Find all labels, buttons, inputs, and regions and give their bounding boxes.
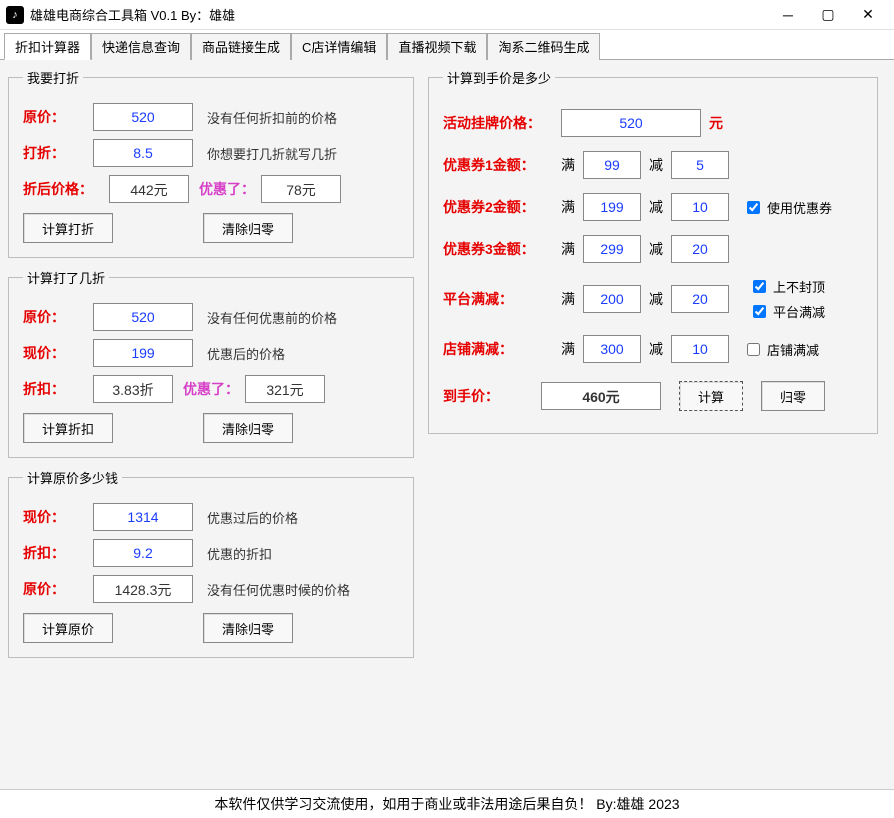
p4-no-cap-check[interactable]: 上不封顶 [749, 277, 825, 296]
p4-c3-th-input[interactable] [583, 235, 641, 263]
p1-after-label: 折后价格： [23, 179, 109, 199]
p4-c1-th-input[interactable] [583, 151, 641, 179]
p4-sp-on-check[interactable]: 店铺满减 [743, 340, 819, 359]
p2-saved-label: 优惠了： [183, 379, 239, 399]
client-area: 我要打折 原价： 没有任何折扣前的价格 打折： 你想要打几折就写几折 折后价格：… [0, 60, 894, 806]
p3-disc-input[interactable] [93, 539, 193, 567]
p1-disc-hint: 你想要打几折就写几折 [207, 144, 337, 163]
panel-discount-title: 我要打折 [23, 68, 83, 87]
p4-final-output: 460元 [541, 382, 661, 410]
tab-qr-gen[interactable]: 淘系二维码生成 [487, 33, 600, 60]
panel-calc-original-title: 计算原价多少钱 [23, 468, 122, 487]
p4-tag-label: 活动挂牌价格： [443, 113, 553, 133]
window-title: 雄雄电商综合工具箱 V0.1 By：雄雄 [30, 5, 768, 24]
p4-pf-on-checkbox[interactable] [753, 305, 766, 318]
p4-c2-amt-input[interactable] [671, 193, 729, 221]
p4-calc-button[interactable]: 计算 [679, 381, 743, 411]
panel-calc-discount: 计算打了几折 原价： 没有任何优惠前的价格 现价： 优惠后的价格 折扣： 3.8… [8, 268, 414, 458]
panel-final-price: 计算到手价是多少 活动挂牌价格： 元 优惠券1金额： 满 减 优惠券2金额： 满 [428, 68, 878, 434]
p1-clear-button[interactable]: 清除归零 [203, 213, 293, 243]
p4-sp-label: 店铺满减： [443, 339, 553, 359]
p4-c1-jian: 减 [649, 155, 663, 175]
p4-c1-label: 优惠券1金额： [443, 155, 553, 175]
p4-final-label: 到手价： [443, 386, 523, 406]
p4-tag-unit: 元 [709, 113, 723, 133]
p4-sp-on-checkbox[interactable] [747, 343, 760, 356]
tab-express-query[interactable]: 快递信息查询 [91, 33, 191, 60]
p4-use-coupon-checkbox[interactable] [747, 201, 760, 214]
titlebar: ♪ 雄雄电商综合工具箱 V0.1 By：雄雄 ─ ▢ ✕ [0, 0, 894, 30]
p3-now-label: 现价： [23, 507, 93, 527]
p4-c1-amt-input[interactable] [671, 151, 729, 179]
p4-c3-label: 优惠券3金额： [443, 239, 553, 259]
p3-clear-button[interactable]: 清除归零 [203, 613, 293, 643]
p4-sp-amt-input[interactable] [671, 335, 729, 363]
p4-pf-on-check[interactable]: 平台满减 [749, 302, 825, 321]
p4-no-cap-checkbox[interactable] [753, 280, 766, 293]
app-icon: ♪ [6, 6, 24, 24]
p1-disc-input[interactable] [93, 139, 193, 167]
p1-orig-label: 原价： [23, 107, 93, 127]
p1-orig-hint: 没有任何折扣前的价格 [207, 108, 337, 127]
p3-orig-output: 1428.3元 [93, 575, 193, 603]
tab-cshop-editor[interactable]: C店详情编辑 [291, 33, 387, 60]
panel-calc-discount-title: 计算打了几折 [23, 268, 109, 287]
p4-sp-th-input[interactable] [583, 335, 641, 363]
p4-use-coupon-check[interactable]: 使用优惠券 [743, 198, 832, 217]
p2-clear-button[interactable]: 清除归零 [203, 413, 293, 443]
p2-orig-hint: 没有任何优惠前的价格 [207, 308, 337, 327]
p1-saved-output: 78元 [261, 175, 341, 203]
p3-orig-hint: 没有任何优惠时候的价格 [207, 580, 350, 599]
p1-orig-input[interactable] [93, 103, 193, 131]
status-bar: 本软件仅供学习交流使用，如用于商业或非法用途后果自负！ By:雄雄 2023 [0, 789, 894, 818]
tab-live-download[interactable]: 直播视频下载 [387, 33, 487, 60]
panel-final-price-title: 计算到手价是多少 [443, 68, 555, 87]
p1-saved-label: 优惠了： [199, 179, 255, 199]
p2-now-hint: 优惠后的价格 [207, 344, 285, 363]
p3-now-hint: 优惠过后的价格 [207, 508, 298, 527]
p2-orig-input[interactable] [93, 303, 193, 331]
p2-disc-label: 折扣： [23, 379, 93, 399]
tab-link-gen[interactable]: 商品链接生成 [191, 33, 291, 60]
p4-c1-man: 满 [561, 155, 575, 175]
p2-orig-label: 原价： [23, 307, 93, 327]
p1-disc-label: 打折： [23, 143, 93, 163]
p3-orig-label: 原价： [23, 579, 93, 599]
p1-after-output: 442元 [109, 175, 189, 203]
panel-discount: 我要打折 原价： 没有任何折扣前的价格 打折： 你想要打几折就写几折 折后价格：… [8, 68, 414, 258]
p3-calc-button[interactable]: 计算原价 [23, 613, 113, 643]
close-button[interactable]: ✕ [848, 0, 888, 30]
p4-pf-label: 平台满减： [443, 289, 553, 309]
maximize-button[interactable]: ▢ [808, 0, 848, 30]
p1-calc-button[interactable]: 计算打折 [23, 213, 113, 243]
p4-c2-label: 优惠券2金额： [443, 197, 553, 217]
p4-pf-th-input[interactable] [583, 285, 641, 313]
p4-c2-th-input[interactable] [583, 193, 641, 221]
minimize-button[interactable]: ─ [768, 0, 808, 30]
p4-c3-amt-input[interactable] [671, 235, 729, 263]
p4-tag-input[interactable] [561, 109, 701, 137]
tab-discount-calc[interactable]: 折扣计算器 [4, 33, 91, 60]
tab-bar: 折扣计算器 快递信息查询 商品链接生成 C店详情编辑 直播视频下载 淘系二维码生… [0, 30, 894, 60]
p3-now-input[interactable] [93, 503, 193, 531]
p2-now-label: 现价： [23, 343, 93, 363]
p3-disc-label: 折扣： [23, 543, 93, 563]
p3-disc-hint: 优惠的折扣 [207, 544, 272, 563]
p4-pf-amt-input[interactable] [671, 285, 729, 313]
panel-calc-original: 计算原价多少钱 现价： 优惠过后的价格 折扣： 优惠的折扣 原价： 1428.3… [8, 468, 414, 658]
p2-calc-button[interactable]: 计算折扣 [23, 413, 113, 443]
p2-saved-output: 321元 [245, 375, 325, 403]
p2-disc-output: 3.83折 [93, 375, 173, 403]
p4-clear-button[interactable]: 归零 [761, 381, 825, 411]
p2-now-input[interactable] [93, 339, 193, 367]
